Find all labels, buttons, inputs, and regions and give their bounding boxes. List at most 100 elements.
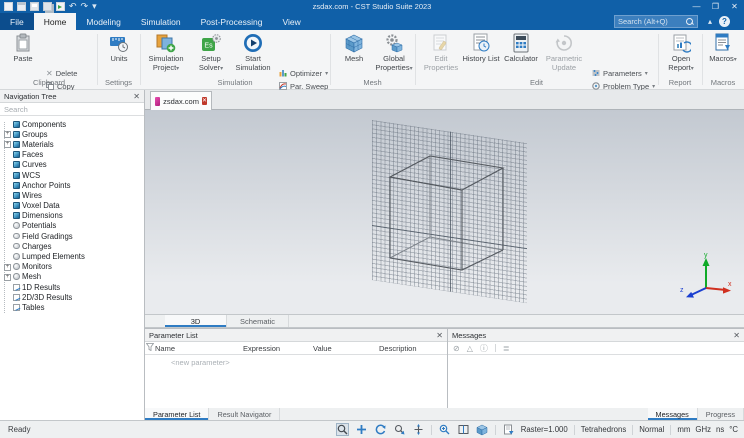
bounding-box-icon[interactable] — [476, 423, 489, 436]
redo-icon[interactable]: ↷ — [81, 2, 89, 11]
filter-icon[interactable] — [145, 343, 155, 353]
minimize-button[interactable]: — — [687, 0, 706, 13]
column-name[interactable]: Name — [155, 344, 243, 353]
tree-item-groups[interactable]: + Groups — [4, 129, 144, 139]
import-icon[interactable] — [56, 2, 65, 11]
viewport-3d[interactable]: y x z — [145, 110, 744, 314]
tree-item-monitors[interactable]: + Monitors — [4, 262, 144, 272]
column-description[interactable]: Description — [379, 344, 447, 353]
help-icon[interactable]: ? — [719, 13, 730, 30]
tree-item-curves[interactable]: Curves — [4, 160, 144, 170]
column-expression[interactable]: Expression — [243, 344, 313, 353]
tree-item-charges[interactable]: Charges — [4, 241, 144, 251]
history-list-icon — [473, 33, 490, 52]
macros-button[interactable]: Macros▾ — [705, 33, 741, 65]
rotate-tool-icon[interactable] — [374, 423, 387, 436]
tree-item-dimensions[interactable]: Dimensions — [4, 211, 144, 221]
cst-studio-window: ↶ ↷ ▾ zsdax.com - CST Studio Suite 2023 … — [0, 0, 744, 438]
parameter-list-close-icon[interactable]: ✕ — [436, 331, 443, 340]
tree-item-tables[interactable]: Tables — [4, 302, 144, 312]
save-icon[interactable] — [30, 2, 39, 11]
errors-filter-icon[interactable]: ⊘ — [453, 344, 460, 353]
tree-item-potentials[interactable]: Potentials — [4, 221, 144, 231]
tree-item-faces[interactable]: Faces — [4, 150, 144, 160]
toolbar-more-icon[interactable]: ▾ — [92, 2, 97, 11]
dynamic-rotate-icon[interactable] — [412, 423, 425, 436]
paste-button[interactable]: Paste — [4, 33, 42, 64]
expand-icon[interactable]: + — [4, 131, 11, 139]
tree-item-1d-results[interactable]: 1D Results — [4, 282, 144, 292]
tab-view[interactable]: View — [272, 13, 310, 30]
document-close-icon[interactable]: ✕ — [201, 97, 207, 105]
optimizer-icon — [279, 70, 287, 77]
pan-tool-icon[interactable] — [355, 423, 368, 436]
open-report-button[interactable]: Open Report▾ — [661, 33, 701, 73]
split-view-icon[interactable] — [457, 423, 470, 436]
tab-progress[interactable]: Progress — [698, 408, 744, 420]
open-file-icon[interactable] — [17, 2, 26, 11]
tree-item-mesh[interactable]: + Mesh — [4, 272, 144, 282]
mesh-properties-icon[interactable] — [502, 423, 515, 436]
history-list-button[interactable]: History List — [462, 33, 500, 64]
zoom-in-icon[interactable] — [438, 423, 451, 436]
tab-home[interactable]: Home — [33, 13, 77, 30]
collapse-ribbon-icon[interactable]: ▴ — [708, 13, 712, 30]
column-value[interactable]: Value — [313, 344, 379, 353]
warnings-filter-icon[interactable]: △ — [467, 344, 473, 353]
parametric-update-icon — [555, 35, 572, 51]
mesh-view-button[interactable]: Mesh — [335, 33, 373, 64]
tree-item-components[interactable]: Components — [4, 119, 144, 129]
document-tab[interactable]: zsdax.com ✕ — [150, 91, 212, 110]
tab-file[interactable]: File — [0, 13, 34, 30]
ribbon: Paste ✕ Delete Copy Copy View▾ Clipboard… — [0, 30, 744, 104]
close-button[interactable]: ✕ — [725, 0, 744, 13]
zoom-window-icon[interactable] — [393, 423, 406, 436]
tab-schematic[interactable]: Schematic — [227, 315, 289, 327]
tab-parameter-list[interactable]: Parameter List — [145, 408, 210, 420]
expand-icon[interactable]: + — [4, 273, 11, 281]
calculator-button[interactable]: Calculator — [501, 33, 541, 64]
tab-messages[interactable]: Messages — [647, 408, 698, 420]
tab-3d[interactable]: 3D — [165, 315, 227, 327]
tab-result-navigator[interactable]: Result Navigator — [209, 408, 281, 420]
navigation-search-input[interactable] — [4, 104, 140, 114]
status-mesh-type[interactable]: Tetrahedrons — [581, 425, 627, 434]
message-list-icon[interactable]: ≣ — [503, 344, 510, 353]
expand-icon[interactable]: + — [4, 141, 11, 149]
new-project-icon[interactable] — [4, 2, 13, 11]
tree-item-anchor-points[interactable]: Anchor Points — [4, 180, 144, 190]
zoom-tool-icon[interactable] — [335, 423, 349, 436]
undo-icon[interactable]: ↶ — [69, 2, 77, 11]
tree-item-wcs[interactable]: WCS — [4, 170, 144, 180]
ribbon-search-input[interactable] — [618, 17, 685, 26]
status-accuracy[interactable]: Normal — [639, 425, 664, 434]
status-units[interactable]: mm GHz ns °C — [677, 425, 738, 434]
tree-item-2d3d-results[interactable]: 2D/3D Results — [4, 292, 144, 302]
group-settings: Settings — [104, 78, 133, 87]
ribbon-search-box[interactable] — [614, 15, 698, 28]
units-button[interactable]: Units — [100, 33, 138, 64]
tab-simulation[interactable]: Simulation — [131, 13, 191, 30]
tree-item-wires[interactable]: Wires — [4, 190, 144, 200]
parametric-update-button[interactable]: Parametric Update — [541, 33, 587, 72]
expand-icon[interactable]: + — [4, 263, 11, 271]
start-simulation-button[interactable]: Start Simulation — [231, 33, 275, 72]
navigation-tree-close-icon[interactable]: ✕ — [133, 92, 140, 101]
navigation-search-box[interactable] — [0, 103, 144, 116]
setup-solver-button[interactable]: Es Setup Solver▾ — [191, 33, 231, 73]
save-all-icon[interactable] — [43, 2, 52, 11]
edit-properties-button[interactable]: Edit Properties — [420, 33, 462, 72]
tree-item-field-gradings[interactable]: Field Gradings — [4, 231, 144, 241]
new-parameter-row[interactable]: <new parameter> — [145, 355, 447, 367]
global-properties-button[interactable]: Global Properties▾ — [374, 33, 414, 73]
tree-item-materials[interactable]: + Materials — [4, 139, 144, 149]
tab-post-processing[interactable]: Post-Processing — [191, 13, 273, 30]
sphere-icon — [13, 222, 20, 229]
tree-item-lumped-elements[interactable]: Lumped Elements — [4, 251, 144, 261]
maximize-button[interactable]: ❐ — [706, 0, 725, 13]
messages-close-icon[interactable]: ✕ — [733, 331, 740, 340]
tab-modeling[interactable]: Modeling — [76, 13, 131, 30]
simulation-project-button[interactable]: Simulation Project▾ — [143, 33, 189, 73]
tree-item-voxel-data[interactable]: Voxel Data — [4, 201, 144, 211]
info-filter-icon[interactable]: ⓘ — [480, 343, 488, 354]
